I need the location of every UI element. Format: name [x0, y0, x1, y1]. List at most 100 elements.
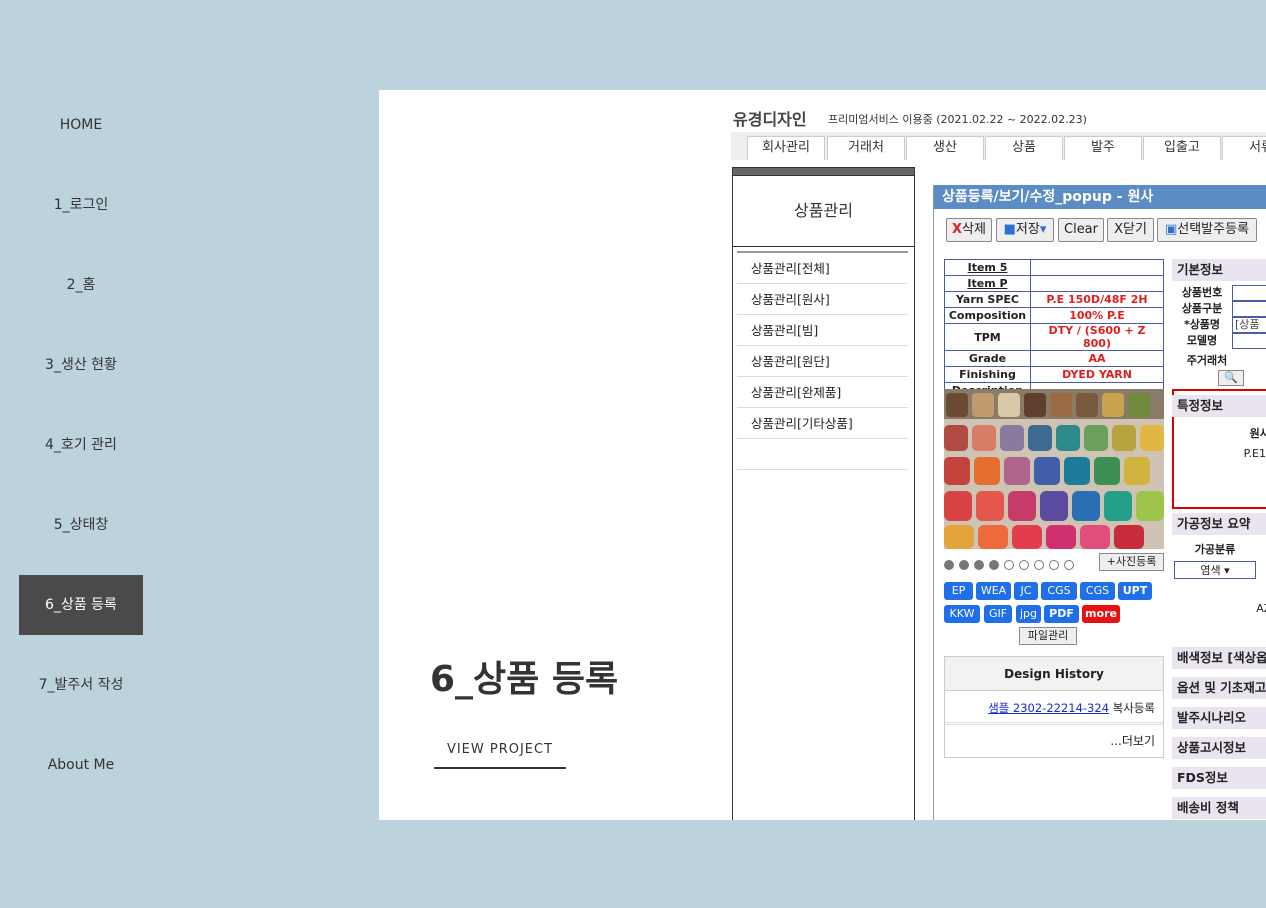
- sidebar-item-other[interactable]: 상품관리[기타상품]: [737, 408, 908, 439]
- sidebar-item-empty: [737, 439, 908, 470]
- section-color-info[interactable]: 배색정보 [색상옵: [1172, 647, 1266, 669]
- file-tag-kkw[interactable]: KKW: [944, 605, 980, 623]
- model-name-input[interactable]: [1232, 333, 1266, 349]
- file-tag-pdf[interactable]: PDF: [1044, 605, 1079, 623]
- process-value: AZO: [1256, 602, 1266, 615]
- menu-order[interactable]: 발주: [1064, 136, 1142, 160]
- product-number-input[interactable]: [1232, 285, 1266, 301]
- nav-machine-management[interactable]: 4_호기 관리: [19, 415, 143, 475]
- file-tag-jc[interactable]: JC: [1014, 582, 1038, 600]
- nav-login[interactable]: 1_로그인: [19, 175, 143, 235]
- pager-dot[interactable]: [1004, 559, 1014, 570]
- nav-production-status[interactable]: 3_생산 현황: [19, 335, 143, 395]
- dye-select[interactable]: 염색 ▾: [1174, 561, 1256, 579]
- add-photo-button[interactable]: +사진등록: [1099, 553, 1164, 571]
- section-notice-info[interactable]: 상품고시정보: [1172, 737, 1266, 759]
- nav-about-me[interactable]: About Me: [19, 735, 143, 795]
- menu-product[interactable]: 상품: [985, 136, 1063, 160]
- file-tag-jpg[interactable]: jpg: [1016, 605, 1041, 623]
- pager-dot[interactable]: [1049, 559, 1059, 570]
- delete-x-icon: X: [952, 222, 963, 237]
- view-project-button[interactable]: VIEW PROJECT: [434, 742, 566, 769]
- pager-dot[interactable]: [959, 559, 969, 570]
- spec-value[interactable]: AA: [1030, 350, 1164, 367]
- pager-dot[interactable]: [1019, 559, 1029, 570]
- project-title: 6_상품 등록: [430, 659, 619, 700]
- product-type-input[interactable]: [1232, 301, 1266, 317]
- file-tag-cgs[interactable]: CGS: [1041, 582, 1077, 600]
- file-tag-wea[interactable]: WEA: [976, 582, 1011, 600]
- order-register-label: 선택발주등록: [1177, 222, 1250, 237]
- design-history-entry: 샘플 2302-22214-324 복사등록: [945, 691, 1163, 725]
- field-product-type: 상품구분: [1181, 302, 1223, 315]
- field-product-name: *상품명: [1183, 318, 1221, 331]
- nav-status-window[interactable]: 5_상태창: [19, 495, 143, 555]
- delete-button[interactable]: X삭제: [946, 218, 992, 242]
- spec-value[interactable]: P.E 150D/48F 2H: [1030, 291, 1164, 308]
- spec-key[interactable]: Item 5: [944, 259, 1031, 276]
- spec-value[interactable]: [1030, 259, 1164, 276]
- nav-purchase-order[interactable]: 7_발주서 작성: [19, 655, 143, 715]
- section-order-scenario[interactable]: 발주시나리오: [1172, 707, 1266, 729]
- design-history-heading: Design History: [945, 657, 1163, 691]
- section-shipping-policy[interactable]: 배송비 정책: [1172, 797, 1266, 819]
- save-button[interactable]: ■저장▾: [996, 218, 1054, 242]
- design-history-more[interactable]: ...더보기: [945, 725, 1163, 757]
- section-option-stock[interactable]: 옵션 및 기초재고: [1172, 677, 1266, 699]
- search-icon[interactable]: 🔍: [1218, 370, 1244, 386]
- order-register-button[interactable]: ▣선택발주등록: [1157, 218, 1257, 242]
- close-button[interactable]: X닫기: [1107, 218, 1154, 242]
- pager-dot[interactable]: [944, 559, 954, 570]
- spec-value[interactable]: DTY / (S600 + Z 800): [1030, 323, 1164, 351]
- spec-key[interactable]: Item P: [944, 275, 1031, 292]
- photo-pager: [944, 557, 1079, 571]
- spec-key: Yarn SPEC: [944, 291, 1031, 308]
- sidebar-item-fabric[interactable]: 상품관리[원단]: [737, 346, 908, 377]
- project-card: 6_상품 등록 VIEW PROJECT 유경디자인 프리미엄서비스 이용중 (…: [379, 90, 1266, 820]
- nav-home-screen[interactable]: 2_홈: [19, 255, 143, 315]
- file-manage-button[interactable]: 파일관리: [1019, 627, 1077, 645]
- clear-button[interactable]: Clear: [1058, 218, 1104, 242]
- spec-key: Composition: [944, 307, 1031, 324]
- file-tag-gif[interactable]: GIF: [984, 605, 1012, 623]
- spec-value[interactable]: [1030, 275, 1164, 292]
- file-tag-more[interactable]: more: [1082, 605, 1120, 623]
- printer-icon: ▣: [1164, 222, 1178, 237]
- menu-production[interactable]: 생산: [906, 136, 984, 160]
- menu-company[interactable]: 회사관리: [747, 136, 825, 160]
- pager-dot[interactable]: [974, 559, 984, 570]
- spec-key: TPM: [944, 323, 1031, 351]
- sidebar-item-all[interactable]: 상품관리[전체]: [737, 253, 908, 284]
- brand-name: 유경디자인: [733, 110, 807, 129]
- nav-product-registration[interactable]: 6_상품 등록: [19, 575, 143, 635]
- design-history-link[interactable]: 샘플 2302-22214-324: [988, 701, 1109, 715]
- dropdown-arrow-icon: ▾: [1039, 222, 1047, 237]
- pager-dot[interactable]: [1064, 559, 1074, 570]
- file-tag-upt[interactable]: UPT: [1118, 582, 1152, 600]
- file-tag-cgs-2[interactable]: CGS: [1080, 582, 1115, 600]
- field-main-client: 주거래처: [1186, 354, 1228, 367]
- section-fds-info[interactable]: FDS정보: [1172, 767, 1266, 789]
- top-menu: 회사관리 거래처 생산 상품 발주 입출고 서류: [731, 132, 1266, 160]
- sidebar-item-finished[interactable]: 상품관리[완제품]: [737, 377, 908, 408]
- section-special-info: 특정정보: [1172, 395, 1266, 417]
- menu-inout[interactable]: 입출고: [1143, 136, 1221, 160]
- yarn-class-label: 원사분: [1249, 427, 1266, 440]
- pager-dot[interactable]: [1034, 559, 1044, 570]
- field-product-number: 상품번호: [1181, 286, 1223, 299]
- sidebar-item-yarn[interactable]: 상품관리[원사]: [737, 284, 908, 315]
- grade-value[interactable]: A: [1204, 485, 1266, 498]
- menu-clients[interactable]: 거래처: [827, 136, 905, 160]
- delete-label: 삭제: [962, 222, 986, 237]
- yarn-class-value[interactable]: P.E150: [1204, 447, 1266, 460]
- file-tag-ep[interactable]: EP: [944, 582, 973, 600]
- spec-value[interactable]: 100% P.E: [1030, 307, 1164, 324]
- sidebar-list: 상품관리[전체] 상품관리[원사] 상품관리[빔] 상품관리[원단] 상품관리[…: [737, 251, 908, 470]
- pager-dot[interactable]: [989, 559, 999, 570]
- sidebar-item-beam[interactable]: 상품관리[빔]: [737, 315, 908, 346]
- spec-key: Grade: [944, 350, 1031, 367]
- spec-value[interactable]: DYED YARN: [1030, 366, 1164, 383]
- nav-home[interactable]: HOME: [19, 95, 143, 155]
- product-name-input[interactable]: [상품: [1232, 317, 1266, 333]
- menu-documents[interactable]: 서류: [1222, 136, 1266, 160]
